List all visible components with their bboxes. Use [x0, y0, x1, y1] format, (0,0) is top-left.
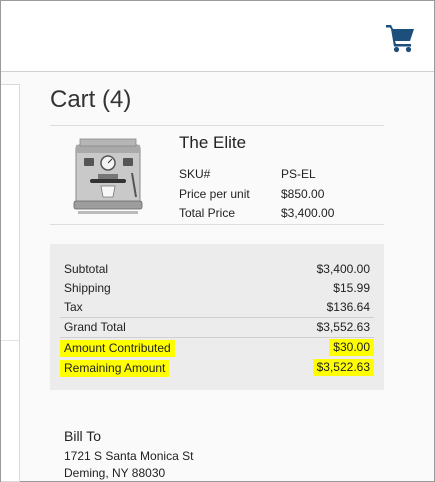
- tax-label: Tax: [64, 300, 83, 314]
- remaining-amount-label: Remaining Amount: [60, 360, 170, 377]
- sku-value: PS-EL: [281, 167, 316, 181]
- sku-label: SKU#: [179, 167, 211, 181]
- top-bar: [1, 1, 434, 72]
- amount-contributed-value: $30.00: [329, 339, 374, 356]
- subtotal-row: Subtotal $3,400.00: [64, 262, 370, 281]
- price-per-unit-value: $850.00: [281, 187, 325, 201]
- total-price-label: Total Price: [179, 206, 236, 220]
- subtotal-value: $3,400.00: [316, 262, 370, 276]
- page-title: Cart (4): [50, 86, 132, 113]
- subtotal-label: Subtotal: [64, 262, 109, 276]
- total-price-value: $3,400.00: [281, 206, 335, 220]
- amount-contributed-row: Amount Contributed $30.00: [60, 339, 374, 359]
- shipping-row: Shipping $15.99: [64, 281, 370, 300]
- grand-total-value: $3,552.63: [316, 320, 370, 334]
- bill-to-title: Bill To: [64, 428, 102, 444]
- shopping-cart-icon[interactable]: [385, 21, 417, 53]
- bill-to-address-line2: Deming, NY 88030: [64, 466, 166, 480]
- product-name[interactable]: The Elite: [179, 133, 246, 153]
- order-summary: Subtotal $3,400.00 Shipping $15.99 Tax $…: [50, 244, 384, 390]
- espresso-machine-image[interactable]: [66, 131, 148, 221]
- amount-contributed-label: Amount Contributed: [60, 340, 175, 357]
- bill-to-section: Bill To 1721 S Santa Monica St Deming, N…: [64, 428, 193, 482]
- shipping-value: $15.99: [333, 281, 370, 295]
- summary-divider: [60, 337, 374, 338]
- bill-to-address-line1: 1721 S Santa Monica St: [64, 449, 194, 463]
- left-panel: [1, 84, 20, 482]
- tax-value: $136.64: [326, 300, 370, 314]
- remaining-amount-row: Remaining Amount $3,522.63: [60, 359, 374, 379]
- left-panel-divider: [1, 340, 19, 341]
- price-per-unit-label: Price per unit: [179, 187, 250, 201]
- shipping-label: Shipping: [64, 281, 111, 295]
- grand-total-label: Grand Total: [64, 320, 126, 334]
- summary-divider: [60, 317, 374, 318]
- remaining-amount-value: $3,522.63: [312, 359, 374, 376]
- cart-item: The Elite SKU# PS-EL Price per unit $850…: [50, 125, 384, 225]
